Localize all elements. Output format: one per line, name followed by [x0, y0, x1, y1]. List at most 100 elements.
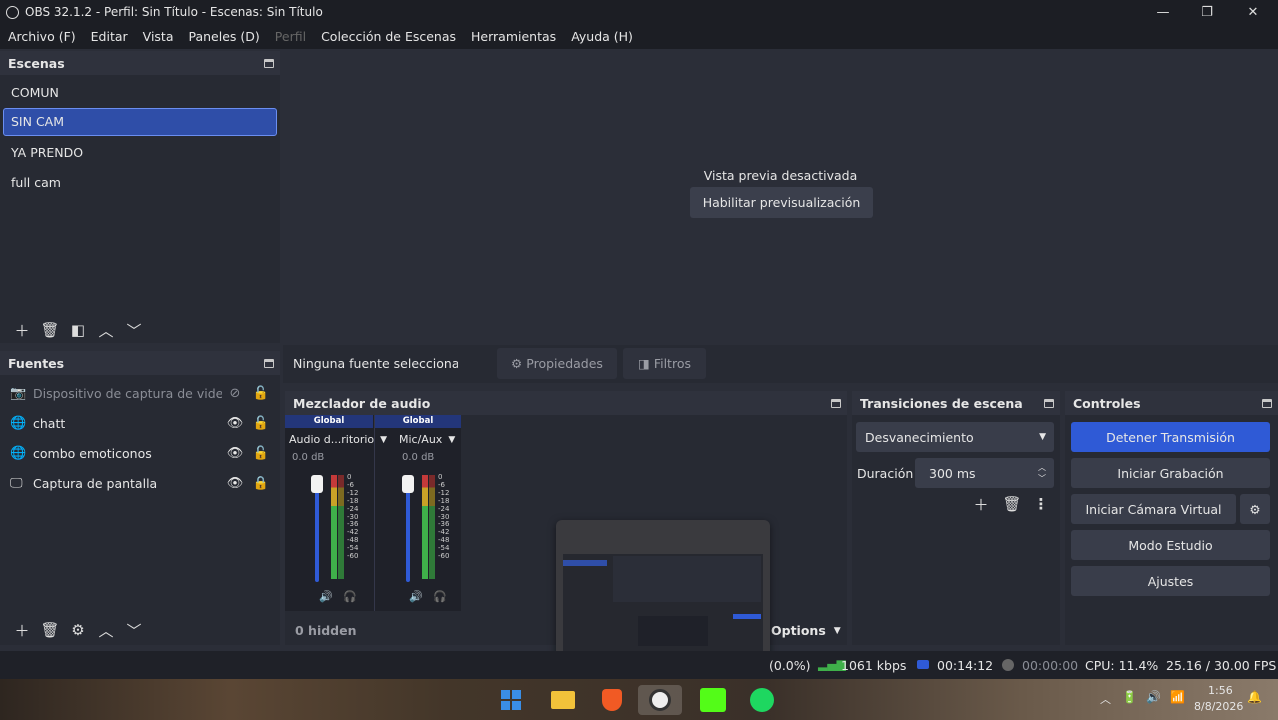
undock-icon[interactable] — [264, 358, 274, 368]
volume-icon[interactable]: 🔊 — [1146, 690, 1161, 704]
source-item[interactable]: 📷 Dispositivo de captura de video ⊘ 🔓 — [0, 378, 280, 408]
source-properties-icon[interactable]: ⚙ — [64, 619, 92, 641]
move-down-icon[interactable]: ﹀ — [120, 619, 148, 641]
scenes-toolbar: ＋ 🗑 ◧ ︿ ﹀ — [0, 319, 148, 341]
brave-browser-icon[interactable] — [597, 685, 627, 715]
properties-button[interactable]: ⚙ Propiedades — [497, 348, 617, 379]
remove-transition-icon[interactable]: 🗑 — [998, 493, 1026, 515]
clock-time[interactable]: 1:56 — [1208, 684, 1233, 697]
menu-help[interactable]: Ayuda (H) — [571, 29, 633, 44]
notification-bell-icon[interactable]: 🔔 — [1247, 690, 1262, 704]
virtual-camera-settings-button[interactable]: ⚙ — [1240, 494, 1270, 524]
settings-button[interactable]: Ajustes — [1071, 566, 1270, 596]
unlock-icon[interactable]: 🔓 — [248, 446, 274, 461]
menu-docks[interactable]: Paneles (D) — [189, 29, 260, 44]
start-virtual-camera-button[interactable]: Iniciar Cámara Virtual — [1071, 494, 1236, 524]
obs-taskbar-icon[interactable] — [638, 685, 682, 715]
source-item[interactable]: 🖵 Captura de pantalla 👁 🔒 — [0, 468, 280, 498]
duration-spinbox[interactable]: 300 ms ︿ ﹀ — [915, 458, 1054, 488]
global-badge: Global — [285, 415, 373, 428]
mixer-options[interactable]: Options ▼ — [771, 623, 841, 638]
unlock-icon[interactable]: 🔓 — [248, 386, 274, 401]
undock-icon[interactable] — [1262, 398, 1272, 408]
volume-fader[interactable] — [311, 475, 323, 493]
source-item[interactable]: 🌐 chatt 👁 🔓 — [0, 408, 280, 438]
eye-icon[interactable]: 👁 — [222, 416, 248, 431]
global-badge: Global — [375, 415, 461, 428]
move-up-icon[interactable]: ︿ — [92, 619, 120, 641]
hidden-count[interactable]: 0 hidden — [295, 623, 357, 638]
undock-icon[interactable] — [1044, 398, 1054, 408]
transition-select[interactable]: Desvanecimiento ▼ — [856, 422, 1054, 452]
battery-icon[interactable]: 🔋 — [1122, 690, 1137, 704]
menu-file[interactable]: Archivo (F) — [8, 29, 76, 44]
filters-button[interactable]: ◨ Filtros — [623, 348, 706, 379]
channel-name: Mic/Aux — [399, 433, 443, 446]
menu-edit[interactable]: Editar — [91, 29, 128, 44]
remove-scene-icon[interactable]: 🗑 — [36, 319, 64, 341]
move-up-icon[interactable]: ︿ — [92, 319, 120, 341]
add-source-icon[interactable]: ＋ — [8, 619, 36, 641]
move-down-icon[interactable]: ﹀ — [120, 319, 148, 341]
volume-fader[interactable] — [402, 475, 414, 493]
minimize-button[interactable]: — — [1140, 0, 1186, 24]
file-explorer-icon[interactable] — [548, 685, 578, 715]
duration-label: Duración — [857, 466, 914, 481]
spotify-icon[interactable] — [747, 685, 777, 715]
more-options-icon[interactable]: ⋮ — [1027, 493, 1055, 515]
spin-arrows-icon[interactable]: ︿ ﹀ — [1038, 462, 1046, 484]
maximize-button[interactable]: ❐ — [1184, 0, 1230, 24]
enable-preview-button[interactable]: Habilitar previsualización — [690, 187, 873, 218]
chevron-up-icon[interactable]: ︿ — [1100, 691, 1111, 707]
unlock-icon[interactable]: 🔓 — [248, 416, 274, 431]
add-scene-icon[interactable]: ＋ — [8, 319, 36, 341]
scene-item-selected[interactable]: SIN CAM — [3, 108, 277, 136]
headphones-icon[interactable]: 🎧 — [343, 590, 357, 603]
scene-item[interactable]: YA PRENDO — [0, 138, 280, 168]
eye-hidden-icon[interactable]: ⊘ — [222, 386, 248, 401]
eye-icon[interactable]: 👁 — [222, 476, 248, 491]
scene-item[interactable]: COMUN — [0, 78, 280, 108]
menu-tools[interactable]: Herramientas — [471, 29, 556, 44]
add-transition-icon[interactable]: ＋ — [967, 493, 995, 515]
studio-mode-button[interactable]: Modo Estudio — [1071, 530, 1270, 560]
mixer-channels: Global Audio d...ritorio ▼ 0.0 dB 0 -6 -12… — [285, 415, 461, 611]
wifi-icon[interactable]: 📶 — [1170, 690, 1185, 704]
headphones-icon[interactable]: 🎧 — [433, 590, 447, 603]
start-recording-button[interactable]: Iniciar Grabación — [1071, 458, 1270, 488]
scene-item[interactable]: full cam — [0, 168, 280, 198]
controls-dock: Controles Detener Transmisión Iniciar Gr… — [1065, 391, 1278, 645]
mixer-title: Mezclador de audio — [293, 395, 431, 411]
controls-title: Controles — [1073, 395, 1141, 411]
close-button[interactable]: ✕ — [1230, 0, 1276, 24]
chevron-down-icon: ▼ — [833, 625, 841, 636]
channel-name-row[interactable]: Mic/Aux ▼ — [375, 433, 461, 446]
level-meter — [422, 475, 428, 579]
clock-date[interactable]: 8/8/2026 — [1194, 700, 1243, 713]
menu-profile[interactable]: Perfil — [275, 29, 306, 44]
remove-source-icon[interactable]: 🗑 — [36, 619, 64, 641]
speaker-icon[interactable]: 🔊 — [409, 590, 423, 603]
mixer-channel: Global Audio d...ritorio ▼ 0.0 dB 0 -6 -12… — [285, 415, 387, 611]
sources-toolbar: ＋ 🗑 ⚙ ︿ ﹀ — [0, 619, 148, 641]
stop-stream-button[interactable]: Detener Transmisión — [1071, 422, 1270, 452]
undock-icon[interactable] — [831, 398, 841, 408]
scene-filters-icon[interactable]: ◧ — [64, 319, 92, 341]
menu-view[interactable]: Vista — [143, 29, 174, 44]
window-title: OBS 32.1.2 - Perfil: Sin Título - Escena… — [25, 5, 323, 19]
start-button[interactable] — [496, 685, 526, 715]
kick-app-icon[interactable] — [698, 685, 728, 715]
sources-dock-header: Fuentes — [0, 351, 280, 375]
speaker-icon[interactable]: 🔊 — [319, 590, 333, 603]
menu-scene-collection[interactable]: Colección de Escenas — [321, 29, 456, 44]
lock-icon[interactable]: 🔒 — [248, 476, 274, 491]
undock-icon[interactable] — [264, 58, 274, 68]
gear-icon: ⚙ — [511, 356, 523, 371]
channel-name-row[interactable]: Audio d...ritorio ▼ — [285, 433, 387, 446]
windows-icon — [501, 690, 521, 710]
level-meter — [331, 475, 337, 579]
eye-icon[interactable]: 👁 — [222, 446, 248, 461]
source-item[interactable]: 🌐 combo emoticonos 👁 🔓 — [0, 438, 280, 468]
cpu-usage: CPU: 11.4% — [1085, 658, 1159, 673]
taskbar-thumbnail[interactable] — [556, 520, 770, 660]
